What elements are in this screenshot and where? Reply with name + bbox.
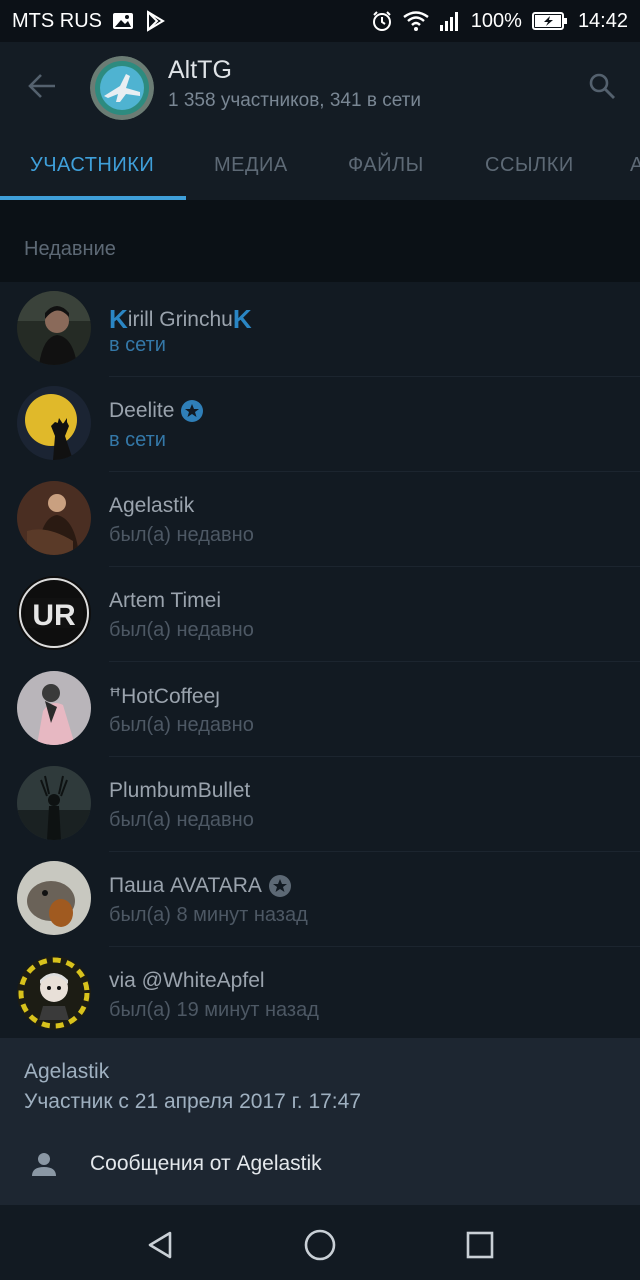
member-row[interactable]: Agelastik был(а) недавно [0, 472, 640, 567]
tab-media[interactable]: МЕДИА [214, 154, 288, 177]
alarm-icon [371, 10, 393, 32]
member-name: Паша AVATARA [109, 874, 292, 898]
member-status: был(а) недавно [109, 524, 254, 546]
tab-files[interactable]: ФАЙЛЫ [348, 154, 424, 177]
chat-avatar[interactable] [90, 56, 154, 120]
member-row[interactable]: UR Artem Timei был(а) недавно [0, 567, 640, 662]
nav-home-button[interactable] [300, 1225, 340, 1265]
avatar [17, 481, 91, 555]
member-status: был(а) недавно [109, 619, 254, 641]
member-row[interactable]: PlumbumBullet был(а) недавно [0, 757, 640, 852]
name-text: Agelastik [109, 494, 195, 517]
search-icon [589, 73, 615, 99]
avatar-initials: UR [32, 599, 76, 632]
carrier-name: MTS RUS [12, 9, 102, 32]
member-name: Kirill Grinchu K [109, 304, 252, 335]
section-header: Недавние [0, 200, 640, 282]
signal-icon [439, 11, 461, 31]
chat-title: AltTG [168, 56, 232, 84]
system-nav-bar [0, 1205, 640, 1280]
square-recents-icon [466, 1231, 494, 1259]
member-status: был(а) недавно [109, 809, 254, 831]
triangle-back-icon [148, 1231, 172, 1259]
member-name: PlumbumBullet [109, 779, 250, 803]
person-icon [32, 1153, 56, 1176]
back-button[interactable] [22, 66, 62, 106]
section-title: Недавние [24, 238, 116, 260]
chat-subtitle: 1 358 участников, 341 в сети [168, 90, 421, 111]
member-row[interactable]: Deelite в сети [0, 377, 640, 472]
avatar [17, 386, 91, 460]
avatar: UR [17, 576, 91, 650]
avatar [17, 291, 91, 365]
wifi-icon [403, 11, 429, 31]
avatar [17, 956, 91, 1030]
circle-home-icon [304, 1229, 336, 1261]
tab-bar: УЧАСТНИКИ МЕДИА ФАЙЛЫ ССЫЛКИ А [0, 132, 640, 200]
search-button[interactable] [582, 66, 622, 106]
name-suffix: K [232, 304, 252, 334]
member-name: via @WhiteApfel [109, 969, 265, 993]
status-bar: MTS RUS 100% 14:42 [0, 0, 640, 42]
member-status: был(а) 19 минут назад [109, 999, 319, 1021]
tab-links[interactable]: ССЫЛКИ [485, 154, 574, 177]
avatar [17, 766, 91, 840]
sheet-member-since: Участник с 21 апреля 2017 г. 17:47 [24, 1090, 361, 1113]
member-name: ꟸHotCoffeeȷ [109, 684, 220, 709]
avatar [17, 671, 91, 745]
name-text: Паша AVATARA [109, 874, 262, 897]
name-prefix: K [109, 304, 128, 334]
clock: 14:42 [577, 9, 628, 32]
chat-header: AltTG 1 358 участников, 341 в сети [0, 42, 640, 132]
name-text: via @WhiteApfel [109, 969, 265, 992]
member-status: в сети [109, 334, 166, 356]
member-row[interactable]: Паша AVATARA был(а) 8 минут назад [0, 852, 640, 947]
name-text: Deelite [109, 399, 175, 422]
member-row[interactable]: Kirill Grinchu K в сети [0, 282, 640, 377]
verified-star-icon [268, 874, 292, 898]
member-row[interactable]: via @WhiteApfel был(а) 19 минут назад [0, 947, 640, 1038]
messages-from-user-button[interactable]: Сообщения от Agelastik [0, 1138, 640, 1198]
tab-members[interactable]: УЧАСТНИКИ [30, 154, 154, 177]
battery-charging-icon [531, 11, 568, 31]
nav-recents-button[interactable] [460, 1225, 500, 1265]
name-text: Artem Timei [109, 589, 222, 612]
member-status: был(а) недавно [109, 714, 254, 736]
verified-star-icon [180, 399, 204, 423]
name-text: ꟸHotCoffeeȷ [109, 685, 220, 708]
member-name: Agelastik [109, 494, 194, 518]
member-action-sheet: Agelastik Участник с 21 апреля 2017 г. 1… [0, 1038, 640, 1205]
tab-audio[interactable]: А [630, 154, 640, 177]
nav-back-button[interactable] [140, 1225, 180, 1265]
member-name: Artem Timei [109, 589, 221, 613]
member-status: был(а) 8 минут назад [109, 904, 308, 926]
play-store-icon [144, 10, 166, 32]
battery-percent: 100% [470, 9, 522, 32]
avatar [17, 861, 91, 935]
member-row[interactable]: ꟸHotCoffeeȷ был(а) недавно [0, 662, 640, 757]
back-arrow-icon [28, 74, 55, 98]
name-text: irill Grinchu [127, 307, 233, 331]
gallery-icon [112, 11, 134, 31]
member-name: Deelite [109, 399, 204, 423]
name-text: PlumbumBullet [109, 779, 251, 802]
member-list: Kirill Grinchu K в сети Deelite в сети Ag… [0, 282, 640, 1038]
action-label: Сообщения от Agelastik [90, 1152, 322, 1175]
jet-logo-icon [90, 56, 154, 120]
member-status: в сети [109, 429, 166, 451]
sheet-member-name: Agelastik [24, 1060, 110, 1083]
